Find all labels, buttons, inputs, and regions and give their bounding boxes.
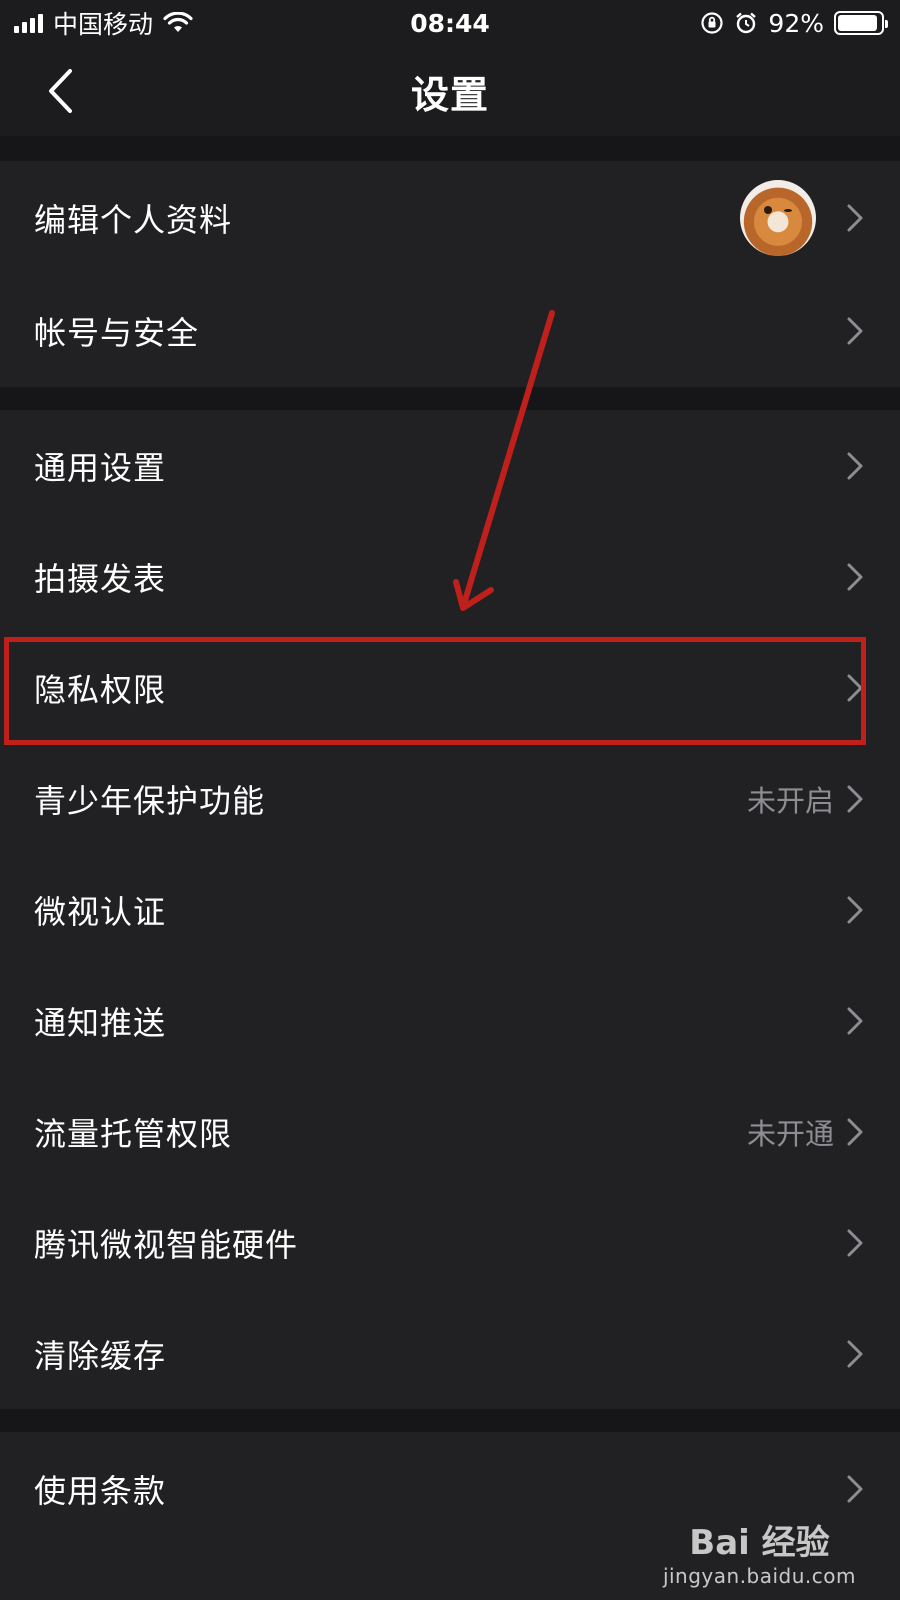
- row-right: [844, 562, 866, 592]
- row-right: [844, 316, 866, 346]
- row-right: [844, 673, 866, 703]
- chevron-right-icon: [844, 1228, 866, 1258]
- row-right: [844, 451, 866, 481]
- row-value: 未开启: [746, 783, 834, 818]
- back-button[interactable]: [40, 68, 80, 114]
- row-right: [844, 1339, 866, 1369]
- row-right: [844, 1228, 866, 1258]
- row-right: [740, 179, 866, 256]
- settings-group-profile: 编辑个人资料 帐号与安全: [0, 161, 900, 387]
- rotation-lock-icon: [701, 12, 724, 34]
- battery-fill: [838, 15, 877, 31]
- status-bar: 中国移动 08:44 92%: [0, 0, 900, 46]
- carrier-label: 中国移动: [53, 10, 154, 39]
- row-youth-protection[interactable]: 青少年保护功能 未开启: [0, 743, 900, 854]
- row-label: 通用设置: [34, 448, 167, 487]
- chevron-right-icon: [844, 203, 866, 233]
- battery-icon: [834, 11, 888, 35]
- avatar: [740, 179, 816, 256]
- row-label: 微视认证: [34, 892, 167, 931]
- row-label: 隐私权限: [34, 670, 167, 709]
- page-title: 设置: [410, 72, 489, 117]
- row-label: 清除缓存: [34, 1336, 167, 1375]
- chevron-right-icon: [844, 1474, 866, 1504]
- watermark-logo: Bai 经验: [663, 1515, 856, 1564]
- row-privacy-permissions[interactable]: 隐私权限: [0, 632, 900, 743]
- row-right: [844, 1474, 866, 1504]
- chevron-right-icon: [844, 784, 866, 814]
- row-clear-cache[interactable]: 清除缓存: [0, 1298, 900, 1409]
- row-shoot-publish[interactable]: 拍摄发表: [0, 521, 900, 632]
- row-account-security[interactable]: 帐号与安全: [0, 274, 900, 387]
- row-right: 未开通: [747, 1111, 866, 1153]
- row-notifications[interactable]: 通知推送: [0, 965, 900, 1076]
- chevron-right-icon: [844, 451, 866, 481]
- row-data-plan-permissions[interactable]: 流量托管权限 未开通: [0, 1076, 900, 1187]
- watermark-url: jingyan.baidu.com: [662, 1564, 856, 1588]
- signal-icon: [14, 13, 43, 33]
- row-general-settings[interactable]: 通用设置: [0, 410, 900, 521]
- row-right: 未开启: [747, 778, 866, 820]
- row-label: 拍摄发表: [34, 559, 167, 598]
- row-label: 腾讯微视智能硬件: [34, 1225, 299, 1264]
- status-left: 中国移动: [14, 5, 193, 41]
- wifi-icon: [163, 12, 193, 32]
- chevron-right-icon: [844, 316, 866, 346]
- row-right: [844, 895, 866, 925]
- row-weishi-verification[interactable]: 微视认证: [0, 854, 900, 965]
- settings-group-main: 通用设置 拍摄发表 隐私权限 青少年保护功能 未开启 微视认证 通知推送 流量托…: [0, 410, 900, 1409]
- chevron-right-icon: [844, 1006, 866, 1036]
- row-label: 编辑个人资料: [34, 200, 233, 239]
- alarm-icon: [736, 12, 757, 34]
- row-label: 帐号与安全: [34, 313, 200, 352]
- chevron-right-icon: [844, 1339, 866, 1369]
- row-label: 使用条款: [34, 1471, 167, 1510]
- row-edit-profile[interactable]: 编辑个人资料: [0, 161, 900, 274]
- row-right: [844, 1006, 866, 1036]
- row-value: 未开通: [746, 1116, 834, 1151]
- chevron-right-icon: [844, 562, 866, 592]
- battery-percent: 92%: [768, 8, 824, 38]
- chevron-right-icon: [844, 1117, 866, 1147]
- chevron-right-icon: [844, 895, 866, 925]
- row-label: 青少年保护功能: [34, 781, 266, 820]
- baidu-jingyan-watermark: Bai 经验 jingyan.baidu.com: [663, 1515, 856, 1588]
- status-right: 92%: [700, 8, 888, 38]
- row-label: 通知推送: [34, 1003, 167, 1042]
- chevron-right-icon: [844, 673, 866, 703]
- chevron-left-icon: [49, 69, 72, 113]
- watermark-logo-text: Bai 经验: [689, 1523, 830, 1563]
- row-label: 流量托管权限: [34, 1114, 233, 1153]
- navigation-bar: 设置: [0, 46, 900, 136]
- row-smart-hardware[interactable]: 腾讯微视智能硬件: [0, 1187, 900, 1298]
